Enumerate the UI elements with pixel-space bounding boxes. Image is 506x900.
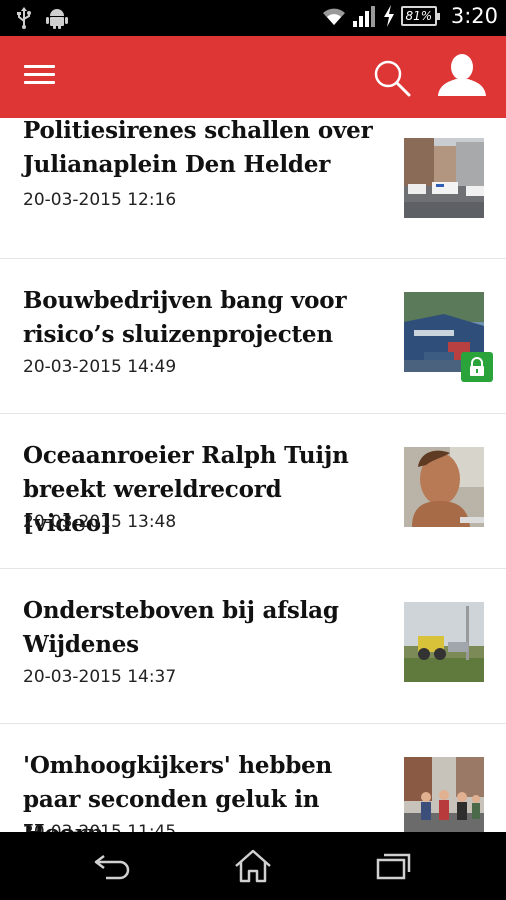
- list-item[interactable]: Bouwbedrijven bang voor risico’s sluizen…: [0, 259, 506, 414]
- article-title: Ondersteboven bij afslag Wijdenes: [23, 597, 339, 658]
- article-date: 20-03-2015 14:49: [23, 357, 177, 377]
- home-icon[interactable]: [234, 848, 272, 888]
- app-bar: [0, 36, 506, 118]
- article-date: 20-03-2015 11:45: [23, 822, 177, 832]
- battery-icon: 81%: [400, 6, 440, 26]
- signal-icon: [352, 5, 377, 27]
- back-icon[interactable]: [94, 850, 132, 886]
- news-list: Politiesirenes schallen over Julianaplei…: [0, 118, 506, 832]
- article-date: 20-03-2015 13:48: [23, 512, 177, 532]
- android-icon: [46, 7, 68, 29]
- premium-lock-icon: [461, 352, 493, 382]
- battery-level: 81%: [405, 9, 433, 23]
- article-title: 'Omhoogkijkers' hebben paar seconden gel…: [23, 752, 333, 832]
- navigation-bar: [0, 832, 506, 900]
- search-icon[interactable]: [372, 58, 412, 102]
- article-title: Politiesirenes schallen over Julianaplei…: [23, 118, 373, 178]
- article-thumbnail: [404, 602, 484, 682]
- list-item[interactable]: Politiesirenes schallen over Julianaplei…: [0, 118, 506, 259]
- wifi-icon: [321, 5, 347, 27]
- charging-icon: [383, 5, 395, 27]
- article-date: 20-03-2015 12:16: [23, 190, 177, 210]
- article-thumbnail: [404, 757, 484, 832]
- clock: 3:20: [450, 4, 498, 28]
- status-bar: 81% 3:20: [0, 0, 506, 36]
- article-date: 20-03-2015 14:37: [23, 667, 177, 687]
- article-thumbnail: [404, 447, 484, 527]
- list-item[interactable]: Oceaanroeier Ralph Tuijn breekt wereldre…: [0, 414, 506, 569]
- list-item[interactable]: 'Omhoogkijkers' hebben paar seconden gel…: [0, 724, 506, 832]
- article-thumbnail: [404, 138, 484, 218]
- usb-icon: [16, 7, 32, 29]
- list-item[interactable]: Ondersteboven bij afslag Wijdenes 20-03-…: [0, 569, 506, 724]
- user-icon[interactable]: [436, 50, 488, 106]
- recent-apps-icon[interactable]: [376, 852, 412, 886]
- menu-icon[interactable]: [24, 65, 55, 89]
- article-title: Bouwbedrijven bang voor risico’s sluizen…: [23, 287, 347, 348]
